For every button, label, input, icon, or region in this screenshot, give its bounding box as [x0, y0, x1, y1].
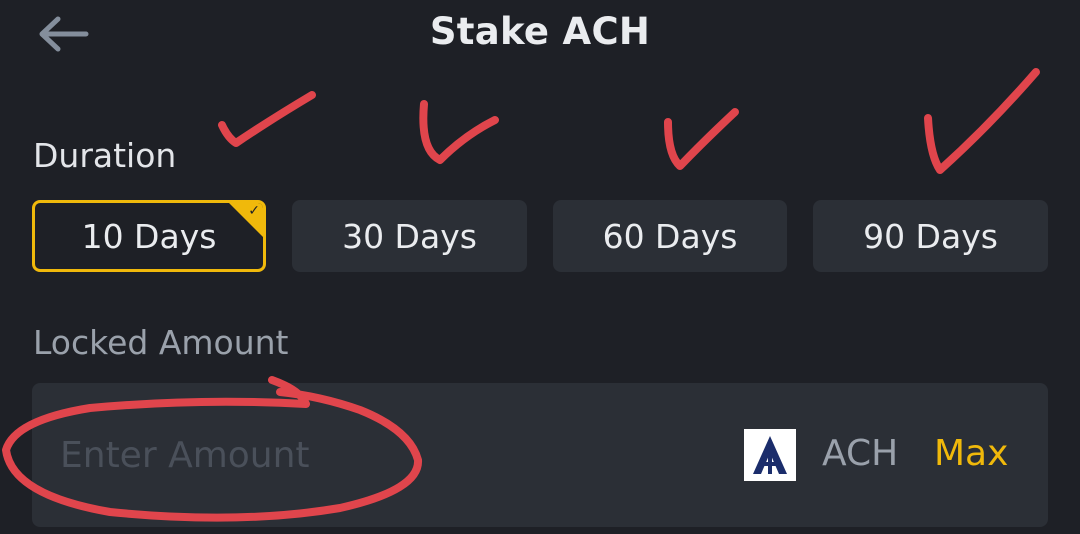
token-symbol: ACH: [822, 433, 899, 474]
checkmark-annotation: [218, 91, 316, 147]
duration-option-label: 90 Days: [863, 216, 998, 256]
amount-input[interactable]: [60, 427, 620, 483]
amount-input-box: ACH Max: [32, 383, 1048, 527]
duration-option-label: 60 Days: [602, 216, 738, 256]
duration-options: 10 Days ✓ 30 Days 60 Days 90 Days: [32, 200, 1048, 274]
duration-option-90-days[interactable]: 90 Days: [813, 200, 1048, 272]
page-title: Stake ACH: [429, 10, 651, 53]
max-button[interactable]: Max: [934, 433, 1008, 474]
duration-label: Duration: [33, 136, 177, 175]
duration-option-label: 30 Days: [342, 216, 477, 256]
duration-option-10-days[interactable]: 10 Days ✓: [32, 200, 266, 272]
checkmark-annotation: [924, 68, 1040, 174]
duration-option-60-days[interactable]: 60 Days: [553, 200, 787, 272]
stake-screen: Stake ACH Duration 10 Days ✓ 30 Days 60 …: [0, 0, 1080, 534]
check-icon: ✓: [248, 203, 260, 219]
locked-amount-label: Locked Amount: [33, 323, 289, 362]
checkmark-annotation: [419, 100, 499, 164]
duration-option-label: 10 Days: [81, 216, 217, 256]
checkmark-annotation: [664, 108, 739, 170]
ach-token-icon: [744, 429, 796, 481]
duration-option-30-days[interactable]: 30 Days: [292, 200, 527, 272]
